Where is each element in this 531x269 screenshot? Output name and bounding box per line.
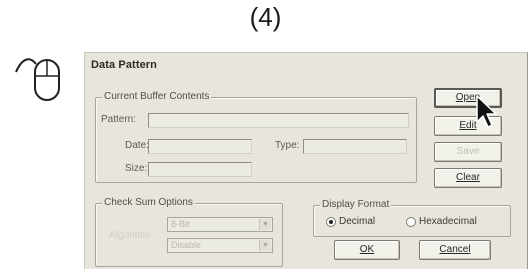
algorithm-label: Algorithm — [109, 230, 152, 241]
clear-button-label: Clear — [456, 172, 480, 183]
mouse-pointer-icon — [476, 95, 497, 128]
date-label: Date: — [125, 140, 149, 151]
type-label: Type: — [275, 140, 300, 151]
pattern-label: Pattern: — [101, 114, 137, 125]
check-sum-group-label: Check Sum Options — [102, 197, 195, 208]
hexadecimal-radio[interactable] — [406, 217, 416, 227]
step-number: (4) — [249, 2, 282, 32]
clear-button[interactable]: Clear — [434, 168, 502, 188]
decimal-label: Decimal — [339, 216, 376, 227]
cancel-button-label: Cancel — [439, 244, 471, 255]
hexadecimal-label: Hexadecimal — [419, 216, 477, 227]
display-format-group-label: Display Format — [320, 199, 392, 210]
checksum-state-select[interactable]: Disable ▼ — [167, 238, 273, 253]
radio-selected-dot — [329, 220, 333, 224]
save-button-label: Save — [456, 146, 480, 157]
save-button[interactable]: Save — [434, 142, 502, 162]
data-pattern-dialog: Data Pattern Current Buffer Contents Pat… — [84, 52, 528, 269]
current-buffer-group-label: Current Buffer Contents — [102, 91, 212, 102]
mouse-icon — [15, 58, 60, 101]
pattern-field[interactable] — [148, 113, 409, 128]
checksum-type-select[interactable]: 8-Bit ▼ — [167, 217, 273, 232]
checksum-type-value: 8-Bit — [171, 219, 190, 229]
date-field[interactable] — [148, 139, 252, 154]
size-field[interactable] — [148, 162, 252, 177]
ok-button[interactable]: OK — [334, 240, 400, 260]
chevron-down-icon: ▼ — [259, 219, 271, 230]
ok-button-label: OK — [359, 244, 375, 255]
cancel-button[interactable]: Cancel — [419, 240, 491, 260]
checksum-state-value: Disable — [171, 240, 202, 250]
size-label: Size: — [125, 163, 148, 174]
type-field[interactable] — [303, 139, 407, 154]
decimal-radio[interactable] — [326, 217, 336, 227]
dialog-title: Data Pattern — [91, 59, 157, 71]
chevron-down-icon: ▼ — [259, 240, 271, 251]
